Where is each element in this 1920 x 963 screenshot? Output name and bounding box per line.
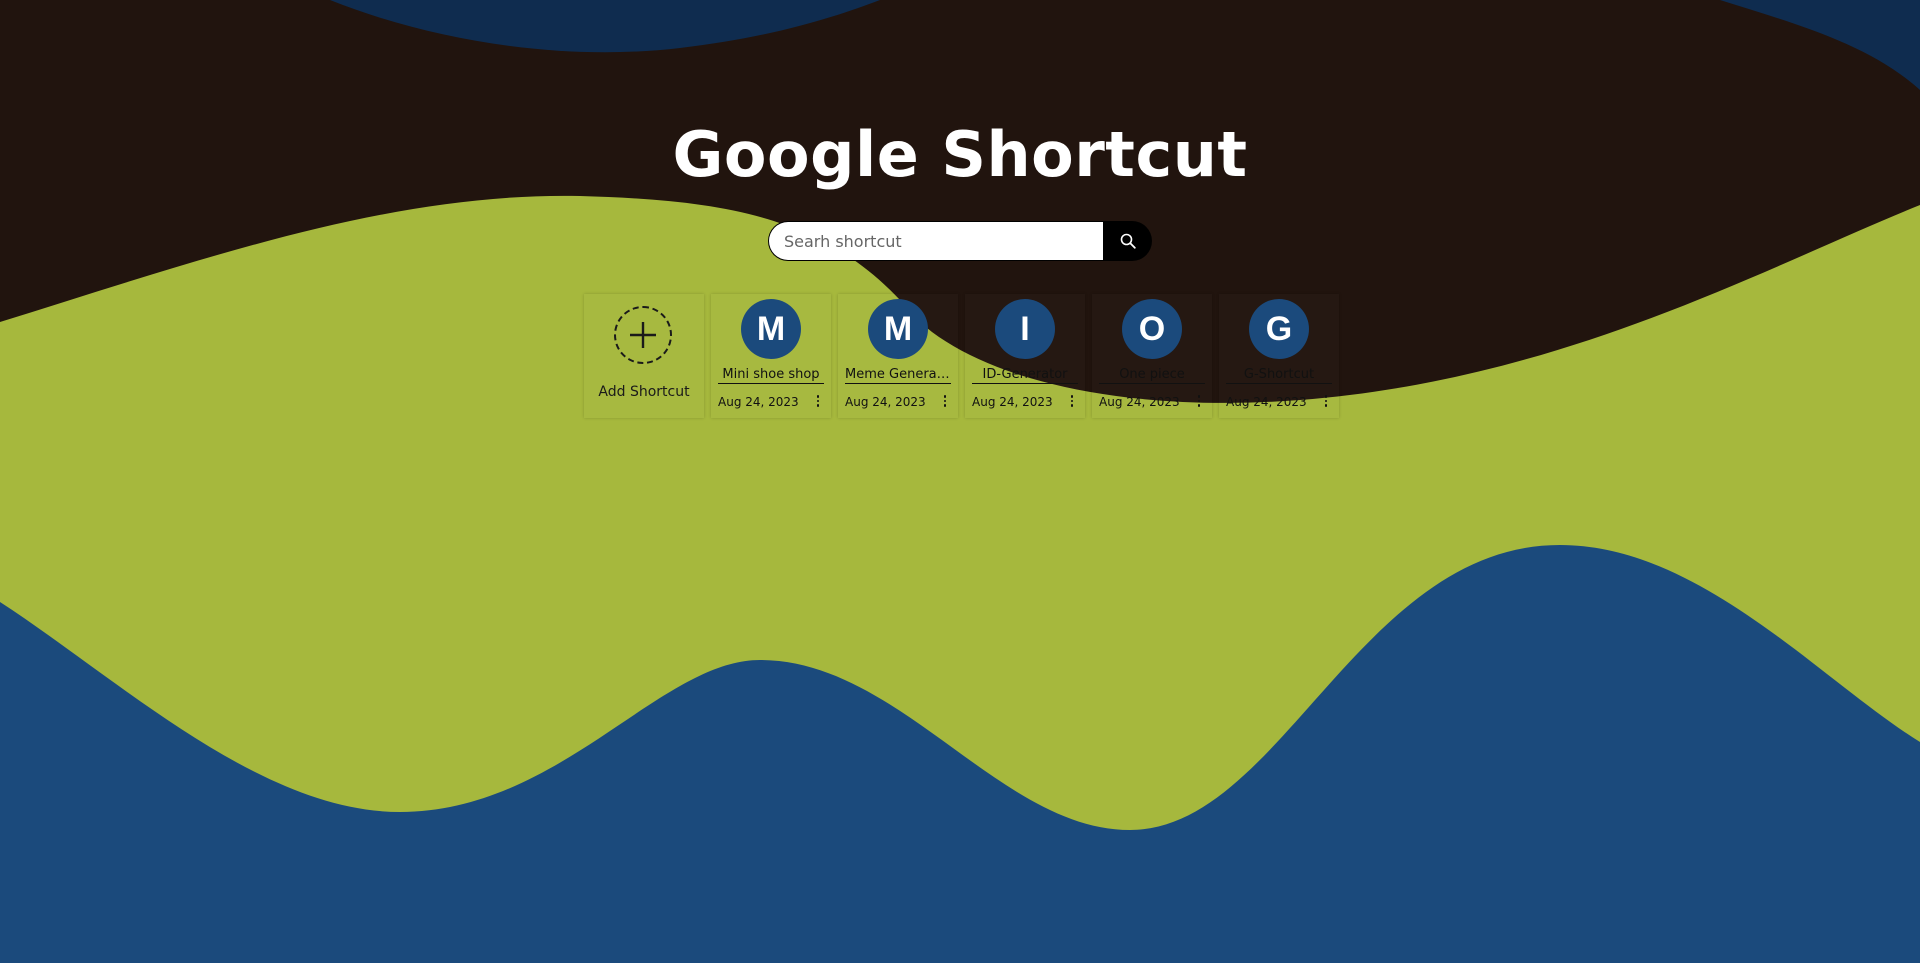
shortcut-date: Aug 24, 2023 [972,395,1053,409]
shortcut-avatar: I [995,299,1055,359]
kebab-menu-icon[interactable] [1068,394,1076,408]
kebab-menu-icon[interactable] [1195,394,1203,408]
shortcut-name-link[interactable]: Meme Generator [845,367,951,384]
shortcut-card[interactable]: M Meme Generator Aug 24, 2023 [838,294,958,418]
shortcut-date: Aug 24, 2023 [845,395,926,409]
shortcut-card[interactable]: M Mini shoe shop Aug 24, 2023 [711,294,831,418]
shortcut-avatar: G [1249,299,1309,359]
shortcut-card[interactable]: I ID-Generator Aug 24, 2023 [965,294,1085,418]
shortcut-list: Add Shortcut M Mini shoe shop Aug 24, 20… [584,294,1339,418]
search-bar [768,221,1152,261]
add-shortcut-label: Add Shortcut [598,384,690,400]
kebab-menu-icon[interactable] [941,394,949,408]
search-icon [1120,233,1136,249]
search-button[interactable] [1103,221,1152,261]
page-title: Google Shortcut [672,118,1248,191]
shortcut-avatar: O [1122,299,1182,359]
plus-icon [630,322,656,348]
shortcut-card[interactable]: G G-Shortcut Aug 24, 2023 [1219,294,1339,418]
add-shortcut-button[interactable]: Add Shortcut [584,294,704,418]
kebab-menu-icon[interactable] [1322,394,1330,408]
add-circle [614,306,672,364]
shortcut-avatar: M [741,299,801,359]
shortcut-card[interactable]: O One piece Aug 24, 2023 [1092,294,1212,418]
shortcut-name-link[interactable]: G-Shortcut [1226,367,1332,384]
shortcut-avatar: M [868,299,928,359]
shortcut-name-link[interactable]: ID-Generator [972,367,1078,384]
shortcut-date: Aug 24, 2023 [718,395,799,409]
kebab-menu-icon[interactable] [814,394,822,408]
shortcut-name-link[interactable]: One piece [1099,367,1205,384]
shortcut-name-link[interactable]: Mini shoe shop [718,367,824,384]
shortcut-date: Aug 24, 2023 [1099,395,1180,409]
shortcut-date: Aug 24, 2023 [1226,395,1307,409]
search-input[interactable] [768,221,1103,261]
